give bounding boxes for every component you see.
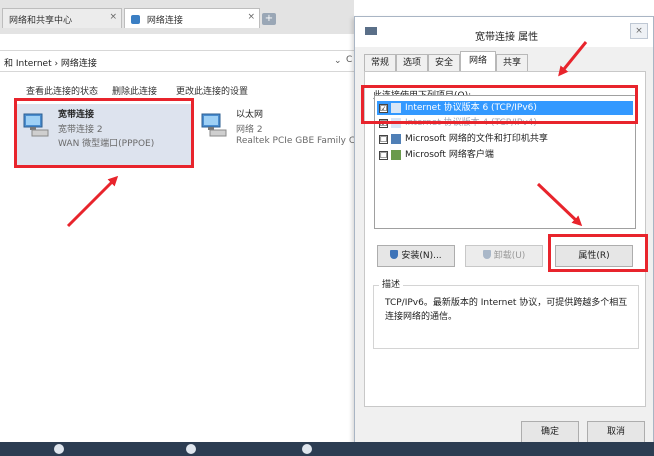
arrow-icon xyxy=(66,175,119,228)
arrow-icon xyxy=(558,41,588,77)
arrow-icon xyxy=(536,182,583,227)
annotation-arrows xyxy=(66,41,588,228)
